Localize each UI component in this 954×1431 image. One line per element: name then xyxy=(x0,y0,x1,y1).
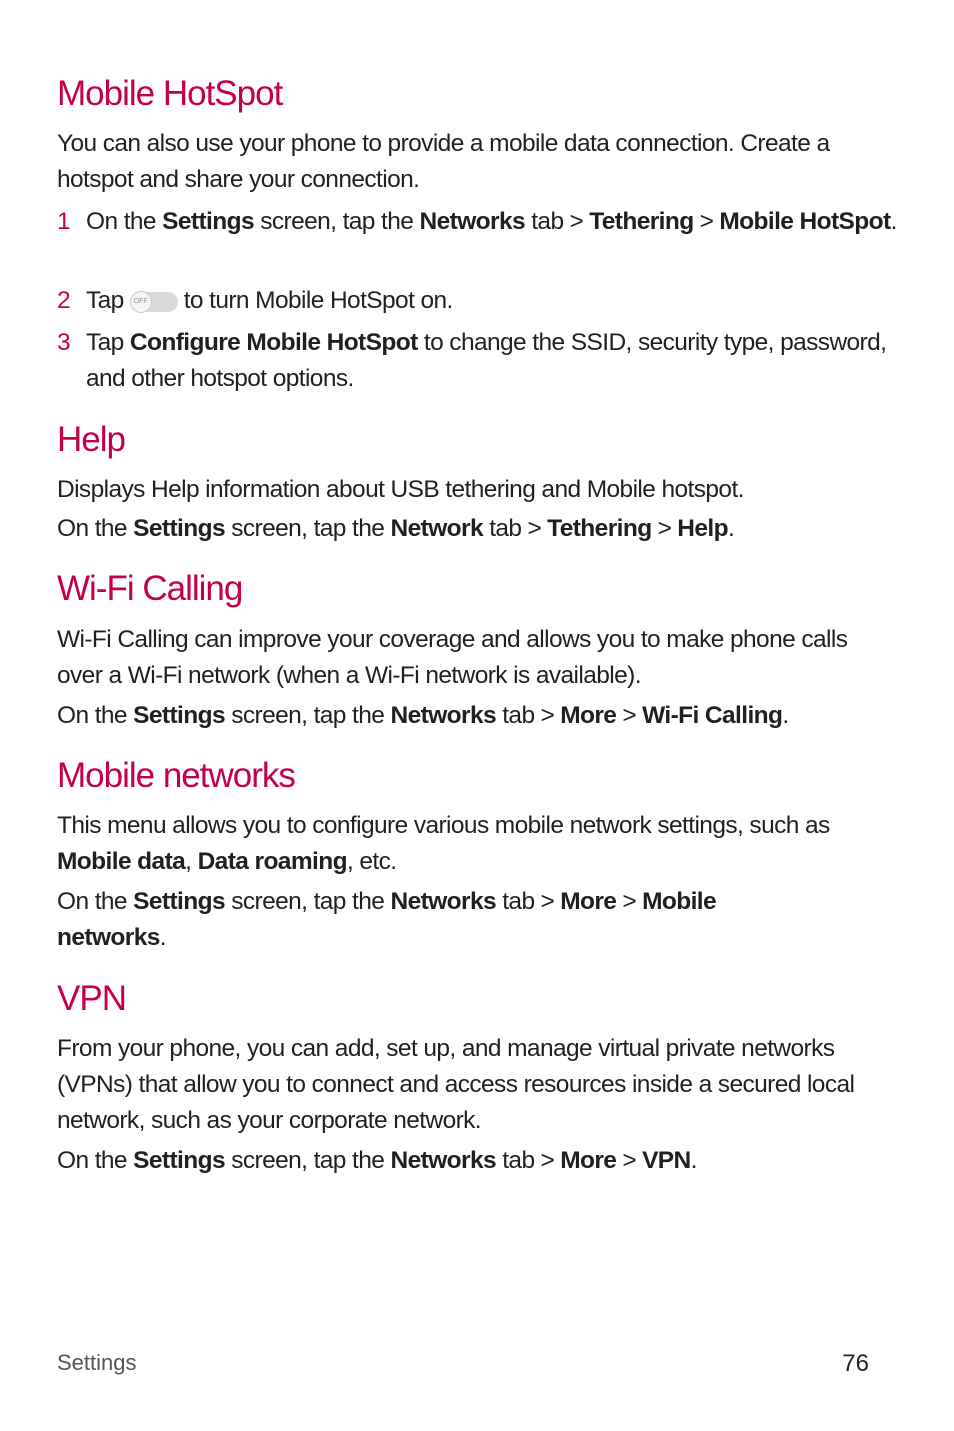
more-label: More xyxy=(560,888,617,915)
data-roaming-label: Data roaming xyxy=(197,848,348,875)
text: tab xyxy=(525,208,564,235)
mobile-data-label: Mobile data xyxy=(57,848,186,875)
hotspot-step-3: 3 Tap Configure Mobile HotSpot to change… xyxy=(57,325,897,397)
text: tab xyxy=(496,1147,535,1174)
chevron-right-icon: > xyxy=(540,702,555,729)
text: On the xyxy=(86,208,163,235)
text: . xyxy=(782,702,789,729)
text: tab xyxy=(496,888,535,915)
chevron-right-icon: > xyxy=(622,702,637,729)
chevron-right-icon: > xyxy=(622,888,637,915)
tethering-label: Tethering xyxy=(589,208,694,235)
text: screen, tap the xyxy=(225,1147,391,1174)
networks-label: Networks xyxy=(390,1147,497,1174)
help-desc: Displays Help information about USB teth… xyxy=(57,476,744,503)
chevron-right-icon: > xyxy=(622,1147,637,1174)
text: . xyxy=(690,1147,698,1174)
toggle-knob: OFF xyxy=(129,290,152,313)
help-label: Help xyxy=(677,515,728,542)
settings-label: Settings xyxy=(133,515,226,542)
text: This menu allows you to configure variou… xyxy=(57,812,830,839)
networks-label: Networks xyxy=(390,888,497,915)
text: On the xyxy=(57,702,134,729)
vpn-desc: From your phone, you can add, set up, an… xyxy=(57,1035,855,1134)
step-number: 2 xyxy=(57,287,71,314)
mobile-path: On the Settings screen, tap the Networks… xyxy=(57,884,817,956)
chevron-right-icon: > xyxy=(699,208,714,235)
text: On the xyxy=(57,515,134,542)
wifi-path: On the Settings screen, tap the Networks… xyxy=(57,698,897,734)
settings-label: Settings xyxy=(162,208,255,235)
heading-help: Help xyxy=(57,420,126,459)
heading-mobile-hotspot: Mobile HotSpot xyxy=(57,74,283,113)
settings-label: Settings xyxy=(133,702,226,729)
wifi-calling-label: Wi-Fi Calling xyxy=(642,702,783,729)
text: . xyxy=(728,515,735,542)
text: screen, tap the xyxy=(254,208,420,235)
page-number: 76 xyxy=(842,1350,869,1377)
network-label: Network xyxy=(390,515,484,542)
settings-label: Settings xyxy=(133,1147,226,1174)
step-number: 3 xyxy=(57,329,71,356)
text: Tap xyxy=(86,287,124,314)
footer-section-name: Settings xyxy=(57,1350,137,1375)
text: screen, tap the xyxy=(225,515,391,542)
text: tab xyxy=(482,515,522,542)
text: screen, tap the xyxy=(225,888,391,915)
chevron-right-icon: > xyxy=(540,888,555,915)
step-number: 1 xyxy=(57,208,71,235)
mobile-hotspot-label: Mobile HotSpot xyxy=(719,208,891,235)
chevron-right-icon: > xyxy=(540,1147,555,1174)
text: Tap xyxy=(86,329,130,356)
more-label: More xyxy=(560,702,617,729)
tethering-label: Tethering xyxy=(547,515,652,542)
hotspot-step-1: 1 On the Settings screen, tap the Networ… xyxy=(57,204,897,240)
text: On the xyxy=(57,888,134,915)
text: , etc. xyxy=(346,848,397,875)
vpn-label: VPN xyxy=(642,1147,691,1174)
mobile-desc: This menu allows you to configure variou… xyxy=(57,808,897,880)
networks-label: Networks xyxy=(419,208,526,235)
text: screen, tap the xyxy=(225,702,391,729)
hotspot-step-2: 2 Tap OFF to turn Mobile HotSpot on. xyxy=(57,283,897,319)
heading-vpn: VPN xyxy=(57,979,127,1018)
chevron-right-icon: > xyxy=(657,515,672,542)
more-label: More xyxy=(560,1147,617,1174)
heading-wifi-calling: Wi-Fi Calling xyxy=(57,569,243,608)
text: to turn Mobile HotSpot on. xyxy=(183,287,454,314)
toggle-switch-icon: OFF xyxy=(129,290,178,313)
chevron-right-icon: > xyxy=(569,208,584,235)
hotspot-intro: You can also use your phone to provide a… xyxy=(57,130,830,193)
text: , xyxy=(185,848,198,875)
chevron-right-icon: > xyxy=(527,515,542,542)
networks-label: Networks xyxy=(390,702,497,729)
settings-label: Settings xyxy=(133,888,226,915)
text: On the xyxy=(57,1147,134,1174)
heading-mobile-networks: Mobile networks xyxy=(57,756,296,795)
text: . xyxy=(890,208,898,235)
configure-hotspot-label: Configure Mobile HotSpot xyxy=(129,329,418,356)
wifi-desc: Wi-Fi Calling can improve your coverage … xyxy=(57,626,848,689)
vpn-path: On the Settings screen, tap the Networks… xyxy=(57,1143,897,1179)
help-path: On the Settings screen, tap the Network … xyxy=(57,511,897,547)
text: . xyxy=(159,924,167,951)
text: tab xyxy=(496,702,535,729)
